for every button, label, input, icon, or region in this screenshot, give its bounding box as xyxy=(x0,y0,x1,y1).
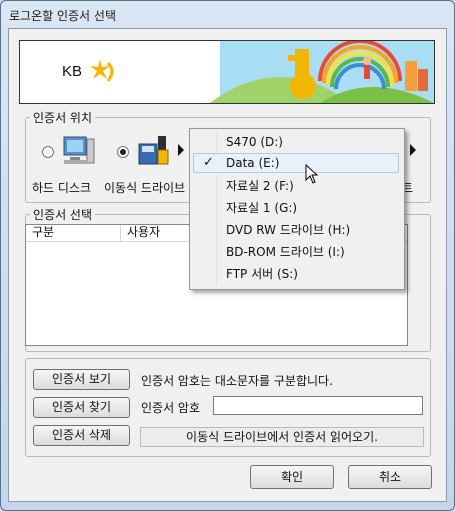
delete-cert-button[interactable]: 인증서 삭제 xyxy=(33,425,130,446)
mouse-cursor-icon xyxy=(305,164,319,184)
hard-disk-label: 하드 디스크 xyxy=(32,181,92,195)
drive-item-f[interactable]: 자료실 2 (F:) xyxy=(193,176,399,196)
password-input[interactable] xyxy=(213,396,423,415)
case-sensitive-notice: 인증서 암호는 대소문자를 구분합니다. xyxy=(141,374,333,388)
drive-item-e[interactable]: ✓ Data (E:) xyxy=(193,153,399,173)
window-title: 로그온할 인증서 선택 xyxy=(9,9,116,23)
kb-banner: KB xyxy=(19,40,435,104)
drive-item-i[interactable]: BD-ROM 드라이브 (I:) xyxy=(193,242,399,262)
next-location-arrow[interactable] xyxy=(410,144,416,156)
cancel-button[interactable]: 취소 xyxy=(348,465,432,489)
kb-star-logo-icon xyxy=(90,59,114,82)
hard-disk-radio[interactable] xyxy=(42,146,54,158)
hard-disk-icon[interactable] xyxy=(60,133,96,169)
drive-item-s[interactable]: FTP 서버 (S:) xyxy=(193,264,399,284)
drive-item-h[interactable]: DVD RW 드라이브 (H:) xyxy=(193,220,399,240)
banner-logo-text: KB xyxy=(62,63,83,80)
ok-button[interactable]: 확인 xyxy=(250,465,334,489)
removable-drive-radio[interactable] xyxy=(117,146,129,158)
check-icon: ✓ xyxy=(203,155,214,170)
column-type[interactable]: 구분 xyxy=(26,225,121,241)
find-cert-button[interactable]: 인증서 찾기 xyxy=(33,397,130,418)
cert-location-label: 인증서 위치 xyxy=(30,109,96,126)
drive-item-d[interactable]: S470 (D:) xyxy=(193,132,399,152)
drive-dropdown-menu: S470 (D:) ✓ Data (E:) 자료실 2 (F:) 자료실 1 (G… xyxy=(189,128,405,290)
password-label: 인증서 암호 xyxy=(141,401,201,415)
view-cert-button[interactable]: 인증서 보기 xyxy=(33,369,130,390)
status-text: 이동식 드라이브에서 인증서 읽어오기. xyxy=(140,427,424,447)
removable-drive-icon[interactable] xyxy=(136,132,172,168)
drive-item-g[interactable]: 자료실 1 (G:) xyxy=(193,198,399,218)
removable-drive-label: 이동식 드라이브 xyxy=(104,181,186,195)
removable-drive-dropdown-arrow[interactable] xyxy=(178,144,184,156)
cert-select-label: 인증서 선택 xyxy=(30,206,96,223)
